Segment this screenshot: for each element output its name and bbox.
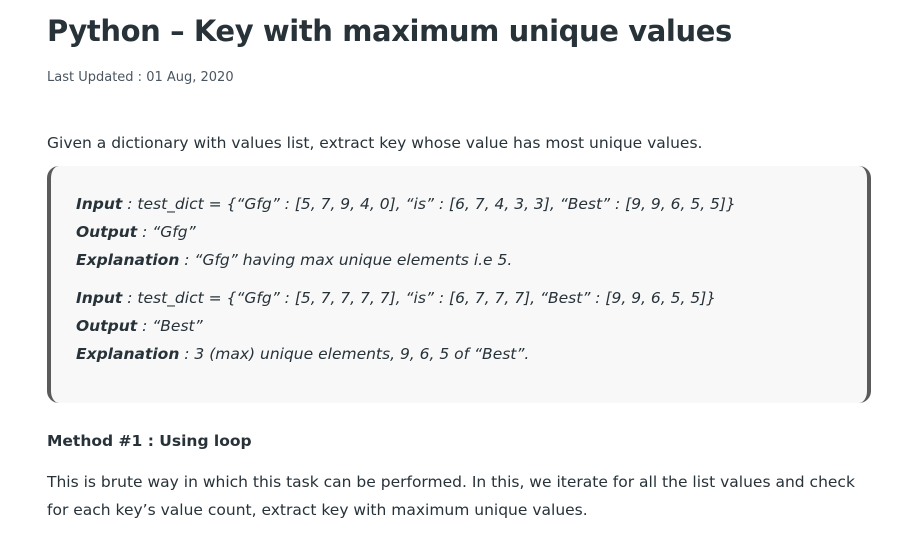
input-text: : test_dict = {“Gfg” : [5, 7, 9, 4, 0], … bbox=[122, 195, 736, 213]
method-description: This is brute way in which this task can… bbox=[47, 473, 855, 519]
example-1-explanation: Explanation : “Gfg” having max unique el… bbox=[76, 251, 512, 269]
example-2-output: Output : “Best” bbox=[76, 317, 203, 335]
explanation-label: Explanation bbox=[76, 251, 180, 269]
output-text: : “Best” bbox=[137, 317, 203, 335]
page-title: Python – Key with maximum unique values bbox=[47, 14, 732, 48]
input-label: Input bbox=[76, 195, 123, 213]
method-heading: Method #1 : Using loop bbox=[47, 432, 252, 450]
last-updated-date: Last Updated : 01 Aug, 2020 bbox=[47, 70, 234, 85]
output-text: : “Gfg” bbox=[137, 223, 196, 241]
example-1-input: Input : test_dict = {“Gfg” : [5, 7, 9, 4… bbox=[76, 195, 736, 213]
output-label: Output bbox=[76, 317, 138, 335]
example-2-explanation: Explanation : 3 (max) unique elements, 9… bbox=[76, 345, 529, 363]
example-1-output: Output : “Gfg” bbox=[76, 223, 196, 241]
explanation-label: Explanation bbox=[76, 345, 180, 363]
intro-paragraph: Given a dictionary with values list, ext… bbox=[47, 134, 703, 152]
example-2-input: Input : test_dict = {“Gfg” : [5, 7, 7, 7… bbox=[76, 289, 716, 307]
example-block: Input : test_dict = {“Gfg” : [5, 7, 9, 4… bbox=[47, 166, 871, 403]
explanation-text: : 3 (max) unique elements, 9, 6, 5 of “B… bbox=[179, 345, 530, 363]
output-label: Output bbox=[76, 223, 138, 241]
explanation-text: : “Gfg” having max unique elements i.e 5… bbox=[179, 251, 513, 269]
input-text: : test_dict = {“Gfg” : [5, 7, 7, 7, 7], … bbox=[122, 289, 717, 307]
input-label: Input bbox=[76, 289, 123, 307]
